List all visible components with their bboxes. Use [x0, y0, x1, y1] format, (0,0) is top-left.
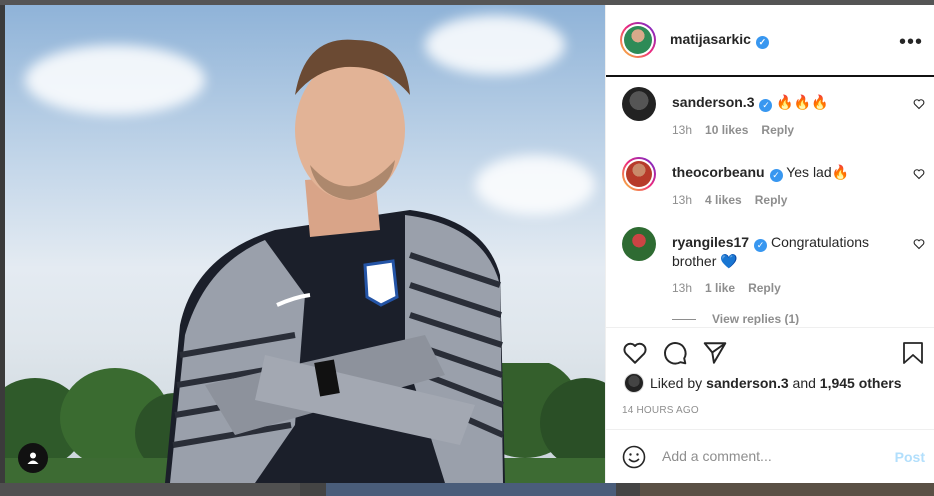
heart-icon[interactable]	[913, 168, 925, 180]
verified-icon: ✓	[755, 36, 769, 49]
liked-by-prefix: Liked by	[650, 375, 703, 391]
liker-avatar[interactable]	[624, 373, 644, 393]
author-username[interactable]: matijasarkic ✓	[670, 31, 769, 49]
verified-icon: ✓	[754, 239, 768, 252]
comment-likes[interactable]: 4 likes	[705, 193, 742, 207]
comment-body: sanderson.3 ✓ 🔥🔥🔥	[672, 93, 900, 112]
smile-icon[interactable]	[622, 445, 646, 469]
view-replies-label: View replies (1)	[712, 312, 800, 325]
comments-list[interactable]: sanderson.3 ✓ 🔥🔥🔥 13h 10 likes Reply theoco…	[606, 79, 934, 325]
add-comment-row: Add a comment... Post	[606, 429, 934, 483]
post-side-panel: matijasarkic ✓ ••• sanderson.3 ✓ 🔥🔥🔥 13h 10…	[605, 5, 934, 483]
comment-username[interactable]: sanderson.3	[672, 94, 754, 110]
gallery-tile	[326, 483, 616, 496]
comment-likes[interactable]: 10 likes	[705, 123, 748, 137]
reply-button[interactable]: Reply	[755, 193, 788, 207]
comment-likes[interactable]: 1 like	[705, 281, 735, 295]
verified-icon: ✓	[759, 99, 773, 112]
post-timestamp[interactable]: 14 HOURS AGO	[622, 405, 699, 416]
comment-username[interactable]: theocorbeanu	[672, 164, 765, 180]
author-username-text: matijasarkic	[670, 31, 751, 47]
comment-meta: 13h 10 likes Reply	[672, 123, 807, 137]
comment-time[interactable]: 13h	[672, 123, 692, 137]
comment-item: sanderson.3 ✓ 🔥🔥🔥 13h 10 likes Reply	[620, 87, 925, 157]
comment-icon[interactable]	[662, 340, 688, 366]
comment-time[interactable]: 13h	[672, 193, 692, 207]
heart-icon[interactable]	[913, 98, 925, 110]
comment-username[interactable]: ryangiles17	[672, 234, 749, 250]
liked-by-and: and	[788, 375, 820, 391]
comment-text: Yes lad🔥	[786, 164, 850, 180]
comment-meta: 13h 4 likes Reply	[672, 193, 800, 207]
player-figure	[165, 39, 505, 483]
comment-time[interactable]: 13h	[672, 281, 692, 295]
more-icon[interactable]: •••	[899, 31, 923, 54]
post-photo[interactable]	[5, 5, 605, 483]
comment-meta: 13h 1 like Reply	[672, 281, 794, 295]
comment-item: theocorbeanu ✓ Yes lad🔥 13h 4 likes Reply	[620, 157, 925, 227]
gallery-tile	[0, 483, 300, 496]
reply-button[interactable]: Reply	[761, 123, 794, 137]
comment-avatar[interactable]	[622, 87, 656, 121]
liked-by-user[interactable]: sanderson.3	[706, 375, 788, 391]
share-icon[interactable]	[702, 340, 728, 366]
reply-button[interactable]: Reply	[748, 281, 781, 295]
comment-item: ryangiles17 ✓ Congratulations brother 💙 1…	[620, 227, 925, 307]
author-avatar[interactable]	[620, 22, 656, 58]
comment-body: theocorbeanu ✓ Yes lad🔥	[672, 163, 900, 182]
gallery-background-bottom	[0, 483, 934, 496]
heart-icon[interactable]	[913, 238, 925, 250]
tagged-users-button[interactable]	[18, 443, 48, 473]
bookmark-icon[interactable]	[902, 340, 924, 366]
heart-icon[interactable]	[622, 340, 648, 366]
post-actions	[606, 327, 934, 377]
comment-body: ryangiles17 ✓ Congratulations brother 💙	[672, 233, 900, 270]
comment-input[interactable]: Add a comment...	[662, 448, 772, 464]
liked-by: Liked by sanderson.3 and 1,945 others	[624, 373, 902, 393]
gallery-tile	[640, 483, 934, 496]
profile-icon	[27, 452, 39, 464]
post-button[interactable]: Post	[895, 449, 925, 465]
instagram-post-modal: matijasarkic ✓ ••• sanderson.3 ✓ 🔥🔥🔥 13h 10…	[0, 0, 934, 496]
verified-icon: ✓	[769, 169, 783, 182]
view-replies-button[interactable]: View replies (1)	[672, 312, 799, 325]
comment-avatar[interactable]	[622, 227, 656, 261]
view-replies-line	[672, 318, 696, 320]
liked-by-others[interactable]: 1,945 others	[820, 375, 902, 391]
comment-text: 🔥🔥🔥	[776, 94, 829, 110]
post-header: matijasarkic ✓ •••	[606, 5, 934, 77]
comment-avatar[interactable]	[622, 157, 656, 191]
